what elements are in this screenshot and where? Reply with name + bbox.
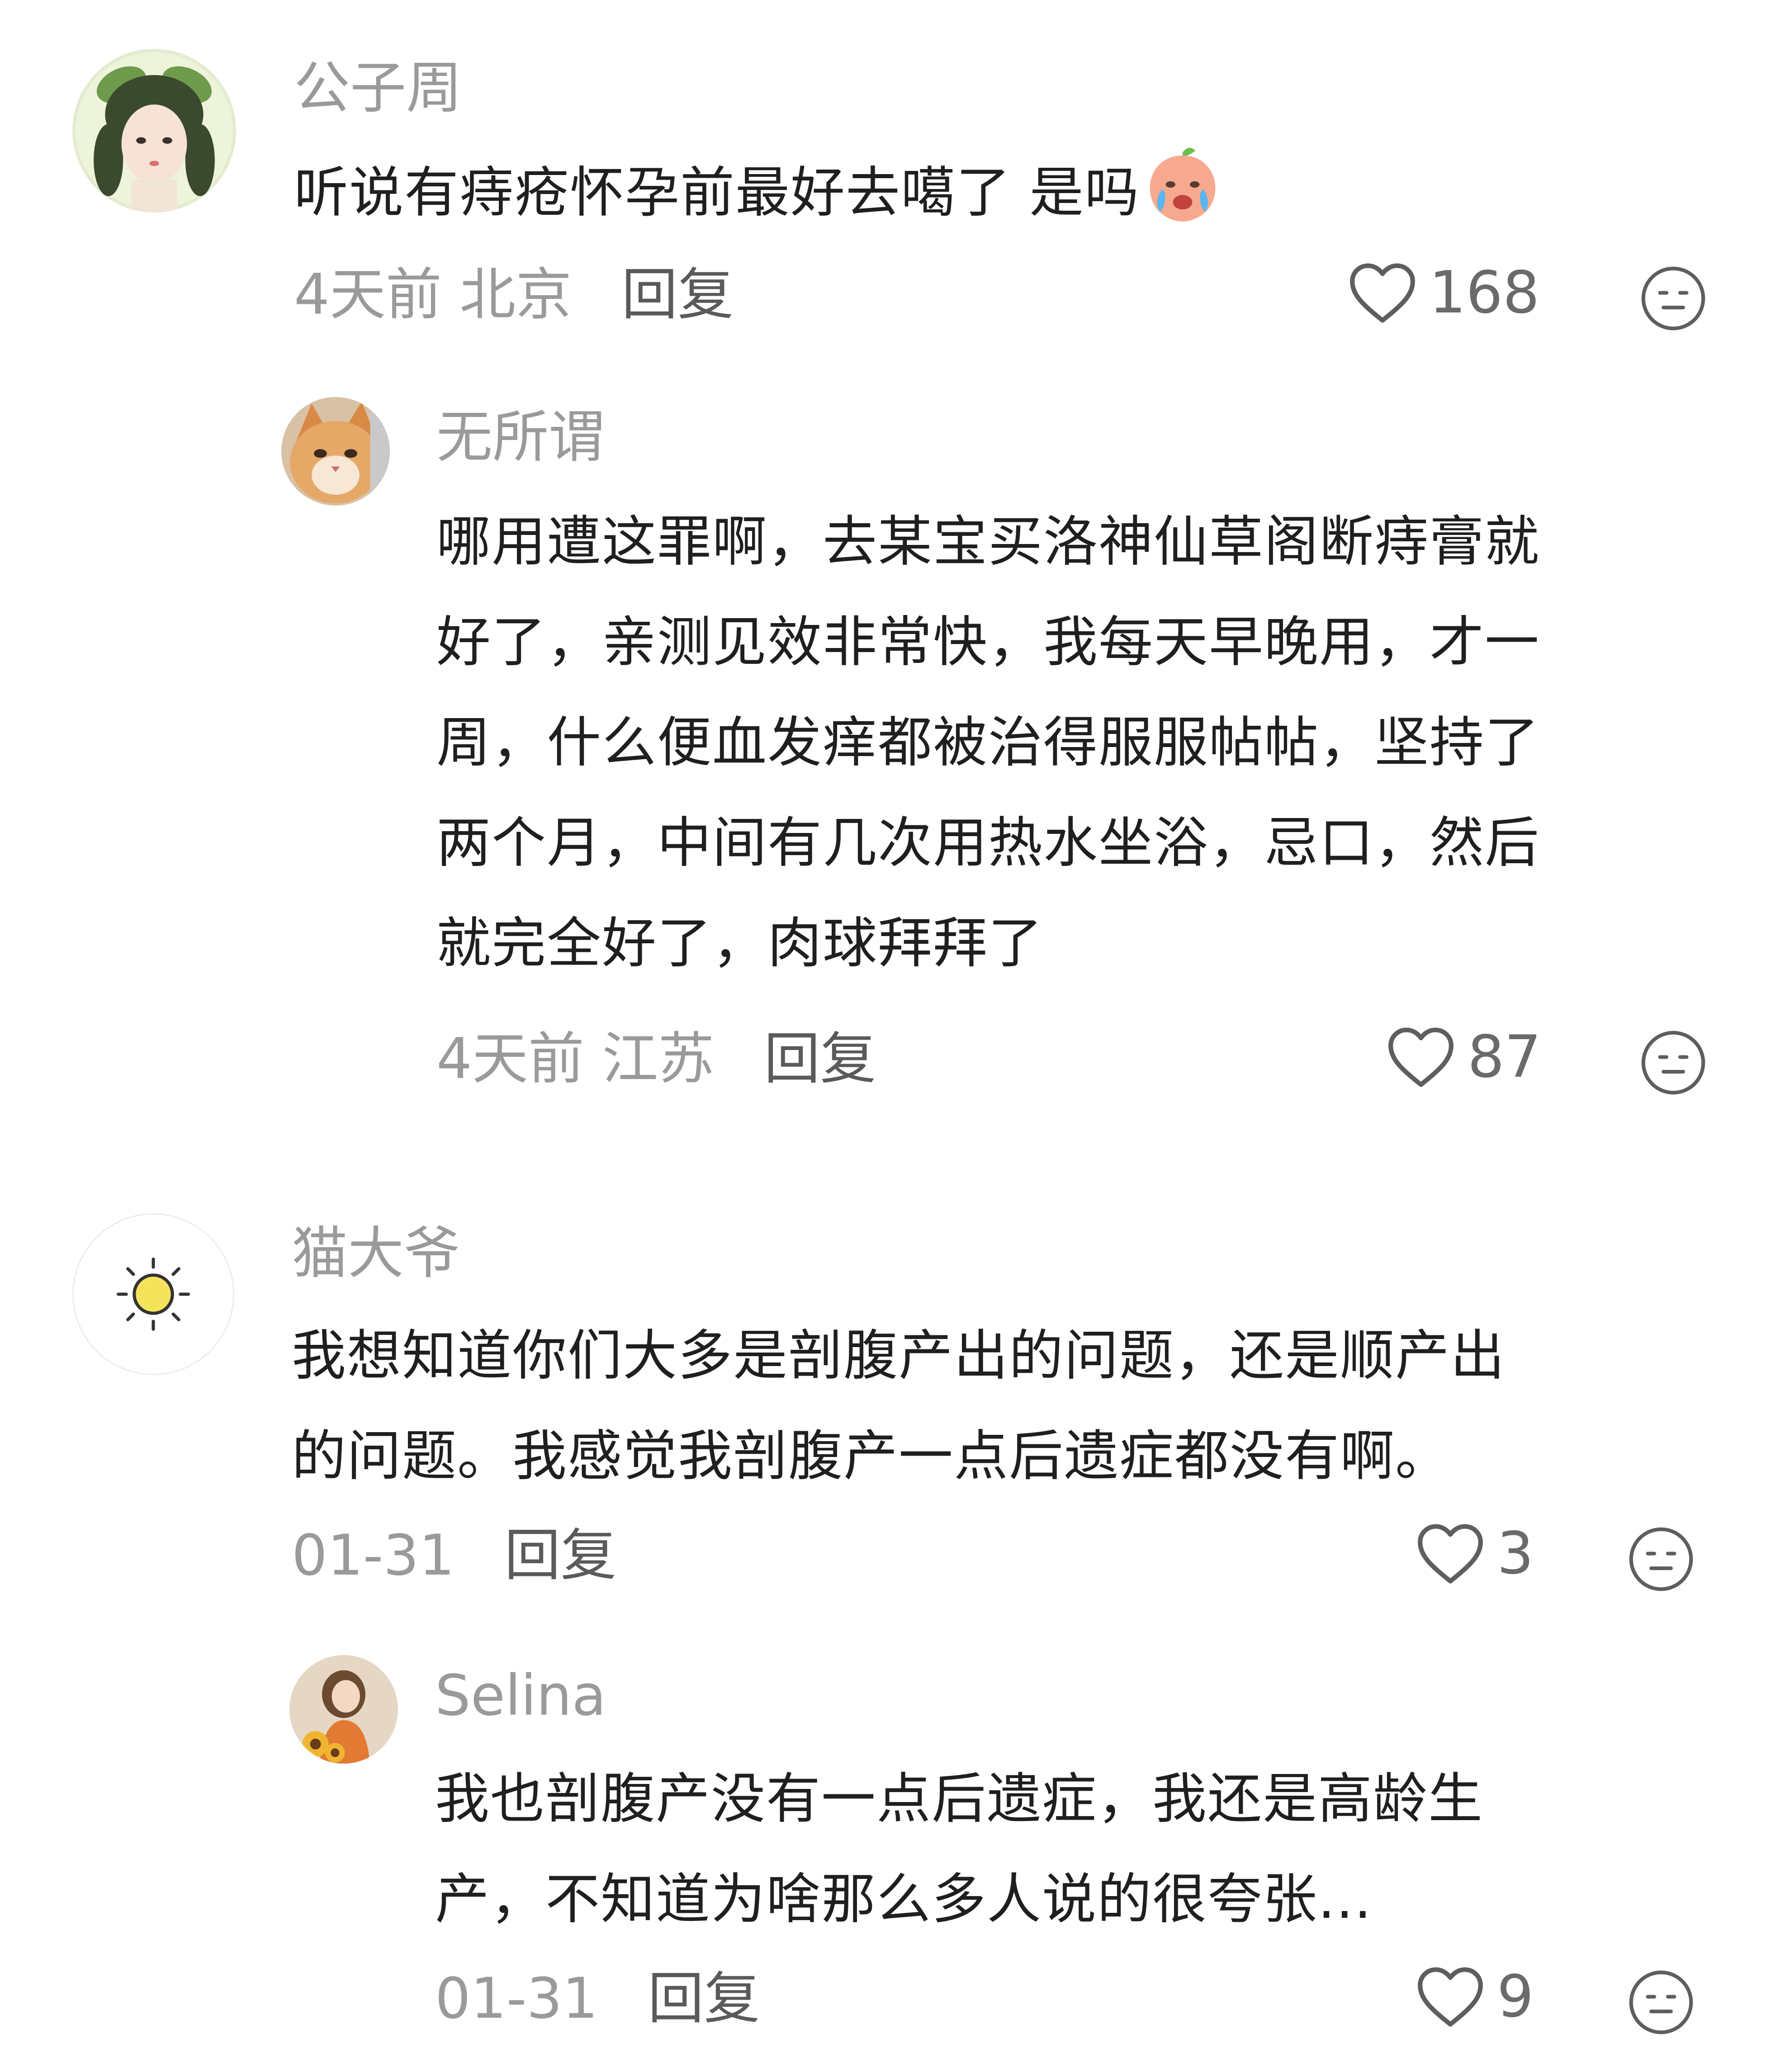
reply-meta: 4天前 江苏 回复 bbox=[436, 1031, 876, 1087]
comment-text-line: 的问题。我感觉我剖腹产一点后遗症都没有啊。 bbox=[292, 1425, 1450, 1488]
comment-text-content: 听说有痔疮怀孕前最好去噶了 是吗 bbox=[294, 161, 1140, 224]
reply-text-line: 我也剖腹产没有一点后遗症，我还是高龄生 bbox=[435, 1768, 1483, 1831]
reply-text-line: 哪用遭这罪啊，去某宝买洛神仙草阁断痔膏就 bbox=[436, 511, 1540, 573]
reply-text: 我也剖腹产没有一点后遗症，我还是高龄生 产，不知道为啥那么多人说的很夸张... bbox=[435, 1749, 1483, 1950]
dislike-button[interactable] bbox=[1627, 1525, 1695, 1593]
reply-meta: 01-31 回复 bbox=[435, 1971, 760, 2027]
neutral-face-icon bbox=[1629, 1527, 1693, 1591]
reply-time-location: 4天前 江苏 bbox=[436, 1027, 715, 1092]
reply-button[interactable]: 回复 bbox=[504, 1523, 616, 1588]
comment-text: 我想知道你们大多是剖腹产出的问题，还是顺产出 的问题。我感觉我剖腹产一点后遗症都… bbox=[292, 1306, 1506, 1507]
dislike-button[interactable] bbox=[1627, 1968, 1695, 2036]
like-count: 168 bbox=[1429, 259, 1540, 326]
sun-avatar-image bbox=[74, 1215, 233, 1374]
heart-outline-icon bbox=[1418, 1524, 1483, 1584]
reply-button[interactable]: 回复 bbox=[648, 1966, 760, 2031]
woman-avatar-image bbox=[289, 1655, 398, 1764]
neutral-face-icon bbox=[1641, 1031, 1705, 1095]
like-count: 87 bbox=[1468, 1023, 1541, 1091]
cat-avatar-image bbox=[281, 397, 390, 506]
reply-text-line: 好了，亲测见效非常快，我每天早晚用，才一 bbox=[436, 611, 1540, 674]
comment-time-location: 4天前 北京 bbox=[294, 262, 572, 327]
neutral-face-icon bbox=[1641, 266, 1705, 331]
heart-outline-icon bbox=[1350, 263, 1415, 323]
comment-username[interactable]: 公子周 bbox=[294, 60, 462, 116]
comment-meta: 01-31 回复 bbox=[292, 1528, 616, 1584]
avatar[interactable] bbox=[289, 1655, 398, 1764]
dislike-button[interactable] bbox=[1639, 265, 1707, 332]
like-button[interactable]: 9 bbox=[1416, 1965, 1534, 2029]
reply-time-location: 01-31 bbox=[435, 1966, 598, 2031]
heart-outline-icon bbox=[1418, 1967, 1483, 2027]
reply-button[interactable]: 回复 bbox=[764, 1027, 876, 1092]
crying-peach-emoji-icon bbox=[1142, 144, 1223, 225]
reply-text-line: 周，什么便血发痒都被治得服服帖帖，坚持了 bbox=[436, 711, 1540, 774]
like-count: 3 bbox=[1497, 1520, 1534, 1587]
like-button[interactable]: 3 bbox=[1416, 1522, 1534, 1585]
reply-text-line: 两个月，中间有几次用热水坐浴，忌口，然后 bbox=[436, 812, 1540, 875]
comment-text-line: 我想知道你们大多是剖腹产出的问题，还是顺产出 bbox=[292, 1325, 1506, 1387]
comment-text: 听说有痔疮怀孕前最好去噶了 是吗 bbox=[294, 143, 1223, 243]
like-button[interactable]: 168 bbox=[1348, 261, 1539, 325]
like-button[interactable]: 87 bbox=[1386, 1026, 1541, 1089]
comment-meta: 4天前 北京 回复 bbox=[294, 267, 734, 323]
comment-text-line: 听说有痔疮怀孕前最好去噶了 是吗 bbox=[294, 143, 1223, 243]
comment-time-location: 01-31 bbox=[292, 1523, 455, 1588]
girl-avatar-image bbox=[72, 49, 236, 213]
avatar[interactable] bbox=[72, 1213, 234, 1375]
reply-text-line: 产，不知道为啥那么多人说的很夸张... bbox=[435, 1868, 1373, 1931]
reply-username[interactable]: Selina bbox=[435, 1668, 606, 1724]
heart-outline-icon bbox=[1388, 1027, 1454, 1087]
avatar[interactable] bbox=[72, 49, 236, 213]
avatar[interactable] bbox=[281, 397, 390, 506]
like-count: 9 bbox=[1497, 1963, 1534, 2030]
reply-username[interactable]: 无所谓 bbox=[436, 409, 605, 465]
dislike-button[interactable] bbox=[1639, 1029, 1707, 1097]
reply-button[interactable]: 回复 bbox=[621, 262, 734, 327]
reply-text-line: 就完全好了，肉球拜拜了 bbox=[436, 912, 1043, 975]
comment-username[interactable]: 猫大爷 bbox=[292, 1225, 460, 1282]
reply-text: 哪用遭这罪啊，去某宝买洛神仙草阁断痔膏就 好了，亲测见效非常快，我每天早晚用，才… bbox=[436, 492, 1540, 994]
neutral-face-icon bbox=[1629, 1970, 1693, 2034]
